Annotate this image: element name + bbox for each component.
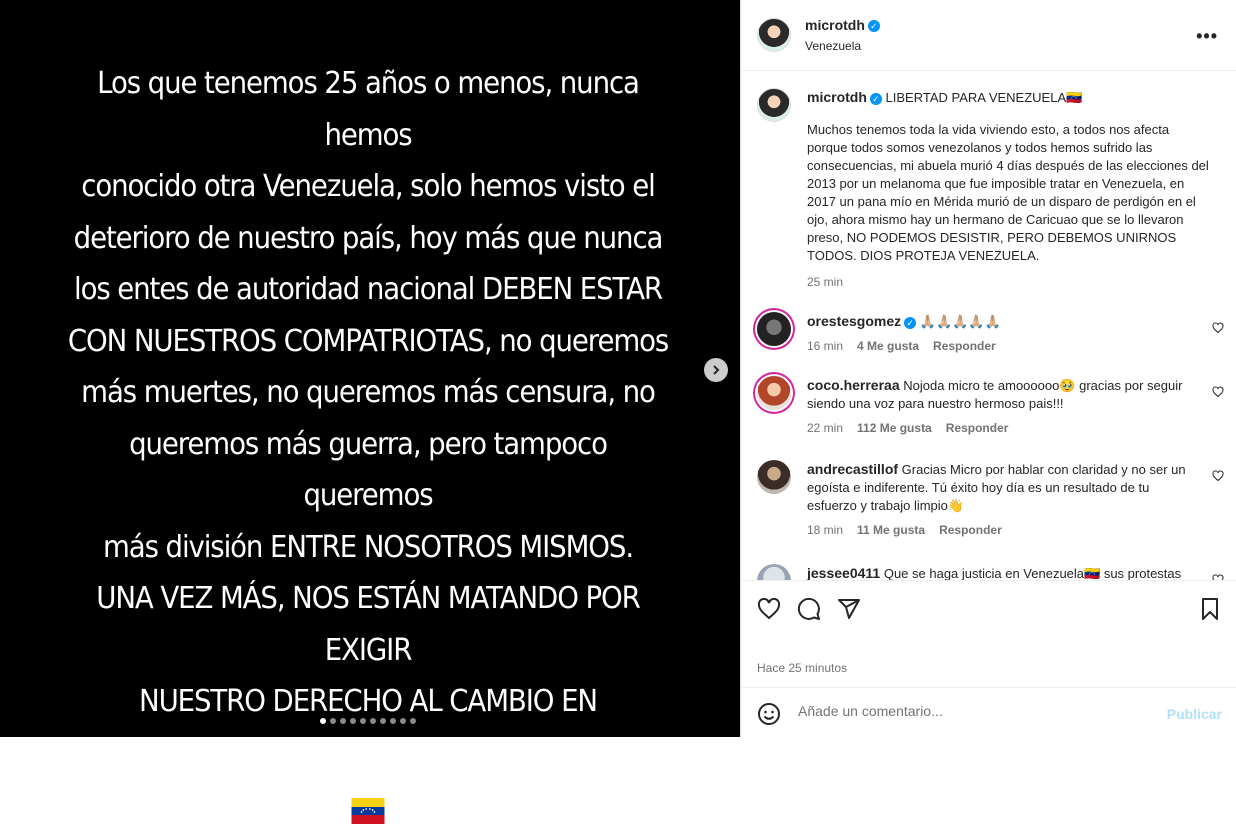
carousel-dot	[380, 718, 386, 724]
avatar[interactable]	[757, 88, 791, 122]
chevron-right-icon	[713, 365, 720, 375]
reply-button[interactable]: Responder	[933, 339, 996, 353]
add-comment-bar: Publicar	[741, 687, 1236, 738]
comment-input[interactable]	[796, 702, 1160, 720]
comment-time[interactable]: 22 min	[807, 421, 843, 435]
carousel-dot	[330, 718, 336, 724]
caption-title: LIBERTAD PARA VENEZUELA🇻🇪	[885, 90, 1083, 105]
like-comment-icon[interactable]	[1212, 386, 1224, 398]
verified-icon: ✓	[869, 92, 882, 105]
comment-time[interactable]: 16 min	[807, 339, 843, 353]
comment-likes[interactable]: 4 Me gusta	[857, 339, 919, 353]
save-icon[interactable]	[1198, 597, 1222, 621]
post-details-panel: microtdh ✓ Venezuela ••• microtdh ✓ LIBERT…	[740, 0, 1236, 737]
story-line: más división ENTRE NOSOTROS MISMOS.	[102, 529, 634, 565]
comment-text: 🙏🏼🙏🏼🙏🏼🙏🏼🙏🏼	[919, 314, 1001, 329]
more-icon[interactable]: •••	[1196, 26, 1218, 47]
like-comment-icon[interactable]	[1212, 470, 1224, 482]
header-location[interactable]: Venezuela	[805, 39, 880, 53]
post-media: Los que tenemos 25 años o menos, nunca h…	[0, 0, 740, 824]
header-username[interactable]: microtdh	[805, 17, 865, 33]
comment-likes[interactable]: 11 Me gusta	[857, 523, 925, 537]
carousel-dot	[340, 718, 346, 724]
story-line: conocido otra Venezuela, solo hemos vist…	[81, 169, 656, 204]
story-line: los entes de autoridad nacional DEBEN ES…	[74, 272, 663, 307]
emoji-icon[interactable]	[757, 702, 781, 726]
post-header: microtdh ✓ Venezuela •••	[741, 0, 1236, 71]
carousel-dot	[410, 718, 416, 724]
carousel-dot	[370, 718, 376, 724]
carousel-dot	[350, 718, 356, 724]
comment-username[interactable]: jessee0411	[807, 565, 880, 580]
avatar[interactable]	[757, 312, 791, 346]
story-line: más muertes, no queremos más censura, no	[81, 375, 656, 410]
story-line: NUESTRO DERECHO AL CAMBIO EN VENEZUELA	[139, 684, 598, 771]
avatar[interactable]	[757, 18, 791, 52]
carousel-dot	[390, 718, 396, 724]
comment-time[interactable]: 18 min	[807, 523, 843, 537]
post-button[interactable]: Publicar	[1167, 706, 1222, 722]
like-comment-icon[interactable]	[1212, 322, 1224, 334]
comment-text: Que se haga justicia en Venezuela🇻🇪 sus …	[883, 566, 1182, 580]
like-icon[interactable]	[757, 597, 781, 621]
post-actions: Hace 25 minutos	[741, 580, 1236, 688]
verified-icon: ✓	[904, 316, 917, 329]
verified-icon: ✓	[867, 19, 880, 32]
carousel-dot	[400, 718, 406, 724]
story-line: deterioro de nuestro país, hoy más que n…	[73, 220, 664, 256]
story-line: queremos más guerra, pero tampoco querem…	[129, 426, 608, 514]
reply-button[interactable]: Responder	[939, 523, 1002, 537]
comments-list[interactable]: microtdh ✓ LIBERTAD PARA VENEZUELA🇻🇪 Much…	[741, 70, 1236, 580]
carousel-dot	[320, 718, 326, 724]
next-slide-button[interactable]	[704, 358, 728, 382]
share-icon[interactable]	[837, 597, 861, 621]
story-text: Los que tenemos 25 años o menos, nunca h…	[66, 58, 670, 831]
carousel-indicator	[320, 718, 416, 724]
caption-body: Muchos tenemos toda la vida viviendo est…	[807, 122, 1209, 263]
story-line: CON NUESTROS COMPATRIOTAS, no queremos	[67, 323, 669, 359]
post-time[interactable]: Hace 25 minutos	[757, 661, 847, 675]
carousel-dot	[360, 718, 366, 724]
caption-username[interactable]: microtdh	[807, 89, 867, 105]
reply-button[interactable]: Responder	[946, 421, 1009, 435]
avatar[interactable]	[757, 376, 791, 410]
comment-username[interactable]: andrecastillof	[807, 461, 898, 477]
venezuela-flag-icon	[351, 797, 385, 824]
comment-likes[interactable]: 112 Me gusta	[857, 421, 932, 435]
comment-username[interactable]: orestesgomez	[807, 313, 901, 329]
caption-time[interactable]: 25 min	[807, 273, 1212, 291]
avatar[interactable]	[757, 460, 791, 494]
avatar[interactable]	[757, 564, 791, 580]
story-line: Los que tenemos 25 años o menos, nunca h…	[97, 66, 640, 153]
story-line: UNA VEZ MÁS, NOS ESTÁN MATANDO POR EXIGI…	[96, 581, 641, 668]
comment-username[interactable]: coco.herreraa	[807, 377, 900, 393]
comment-icon[interactable]	[797, 597, 821, 621]
